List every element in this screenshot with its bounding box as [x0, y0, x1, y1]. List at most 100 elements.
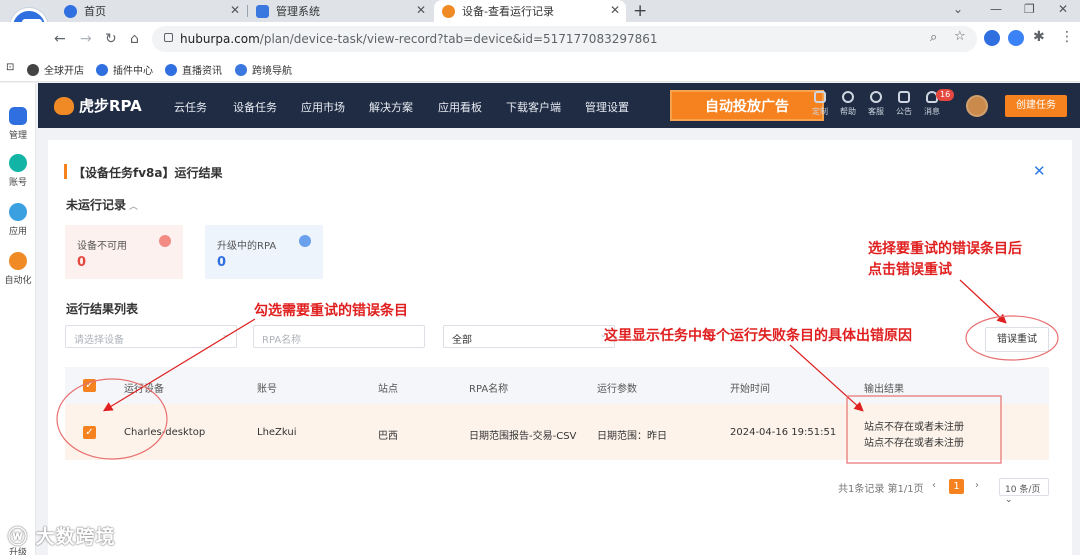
sidebar-item-manage[interactable]: 管理 [0, 107, 36, 141]
menu-solutions[interactable]: 解决方案 [369, 99, 413, 115]
pagination-summary: 共1条记录 第1/1页 [838, 484, 924, 495]
star-icon[interactable]: ☆ [954, 29, 966, 44]
cell-output-line: 站点不存在或者未注册 [864, 422, 964, 433]
bookmark-item[interactable]: 直播资讯 [165, 62, 222, 77]
bookmark-item[interactable]: 跨境导航 [235, 62, 292, 77]
app-logo[interactable]: 虎步RPA [54, 95, 142, 116]
tab-title: 首页 [84, 5, 106, 18]
tiger-icon [9, 252, 27, 270]
home-tab-icon [64, 4, 77, 18]
cell-site: 巴西 [378, 431, 398, 442]
tiger-logo-icon [54, 96, 74, 115]
rpa-name-input[interactable]: RPA名称 [253, 325, 425, 348]
column-header: 运行参数 [597, 384, 637, 395]
select-all-checkbox[interactable]: ✓ [83, 379, 96, 392]
announcement-icon[interactable]: 公告 [894, 91, 914, 117]
prev-page-icon[interactable]: ‹ [932, 480, 936, 491]
device-select[interactable]: 请选择设备 ⌄ [65, 325, 237, 348]
menu-settings[interactable]: 管理设置 [585, 99, 629, 115]
column-header: 账号 [257, 384, 277, 395]
stat-upgrading-rpa: 升级中的RPA 0 [205, 225, 323, 279]
chevron-down-icon: ⌄ [221, 330, 229, 340]
bookmark-item[interactable]: 全球开店 [27, 62, 84, 77]
message-count-badge: 16 [936, 89, 955, 101]
column-header: 输出结果 [864, 384, 904, 395]
close-icon[interactable]: ✕ [230, 3, 240, 17]
reload-icon[interactable]: ↻ [105, 31, 117, 47]
watermark: ⓦ 大数跨境 [8, 526, 116, 548]
more-icon[interactable]: ⋮ [1060, 29, 1074, 45]
sidebar-item-apps[interactable]: 应用 [0, 203, 36, 237]
annotation-retry-line2: 点击错误重试 [868, 262, 952, 278]
column-header: 运行设备 [124, 384, 164, 395]
new-tab-icon[interactable]: + [633, 1, 647, 21]
home-icon[interactable]: ⌂ [130, 31, 139, 47]
status-select[interactable]: 全部 ⌄ [443, 325, 615, 348]
chevron-up-icon: ︿ [129, 202, 139, 212]
plugin-icon [96, 63, 108, 76]
lock-icon [164, 33, 173, 42]
menu-download-client[interactable]: 下载客户端 [506, 99, 561, 115]
column-header: RPA名称 [469, 384, 509, 395]
menu-app-board[interactable]: 应用看板 [438, 99, 482, 115]
apps-icon [9, 203, 27, 221]
help-icon[interactable]: 帮助 [838, 91, 858, 117]
sidebar-item-automation[interactable]: 自动化 [0, 252, 36, 286]
puzzle-icon[interactable]: ✱ [1033, 29, 1045, 45]
cell-rpa-name: 日期范围报告-交易-CSV [469, 431, 577, 442]
cell-params: 日期范围：昨日 [597, 431, 667, 442]
forward-icon[interactable]: → [80, 31, 92, 47]
menu-cloud-task[interactable]: 云任务 [174, 99, 207, 115]
row-checkbox[interactable]: ✓ [83, 426, 96, 439]
upgrade-icon [299, 235, 311, 247]
bookmark-item[interactable]: 插件中心 [96, 62, 153, 77]
account-icon [9, 154, 27, 172]
live-icon [165, 63, 177, 76]
cell-account: LheZkui [257, 427, 297, 438]
app-header: 虎步RPA 云任务 设备任务 应用市场 解决方案 应用看板 下载客户端 管理设置… [38, 83, 1080, 128]
page-size-select[interactable]: 10 条/页 ⌄ [999, 478, 1049, 505]
admin-tab-icon [256, 4, 269, 18]
create-task-button[interactable]: 创建任务 [1005, 95, 1067, 117]
stat-device-unavailable: 设备不可用 0 [65, 225, 183, 279]
next-page-icon[interactable]: › [975, 480, 979, 491]
custom-icon[interactable]: 定制 [810, 91, 830, 117]
window-close-icon[interactable]: ✕ [1058, 2, 1068, 16]
cell-start-time: 2024-04-16 19:51:51 [730, 427, 837, 438]
zoom-icon[interactable]: ⌕ [930, 30, 937, 45]
retry-errors-button[interactable]: 错误重试 [985, 327, 1049, 352]
bookmarks-bar: ⊡ 全球开店 插件中心 直播资讯 跨境导航 [0, 56, 1080, 82]
tab-admin[interactable]: 管理系统 ✕ [248, 0, 432, 22]
menu-app-market[interactable]: 应用市场 [301, 99, 345, 115]
table-header: ✓ 运行设备 账号 站点 RPA名称 运行参数 开始时间 输出结果 [65, 367, 1049, 404]
tab-view-record[interactable]: 设备-查看运行记录 ✕ [434, 0, 626, 22]
sidebar-item-account[interactable]: 账号 [0, 154, 36, 188]
avatar[interactable] [966, 95, 988, 117]
page-number[interactable]: 1 [949, 479, 964, 494]
title-accent [64, 164, 67, 179]
close-icon[interactable]: ✕ [416, 3, 426, 17]
close-icon[interactable]: ✕ [1033, 162, 1046, 180]
not-run-section-toggle[interactable]: 未运行记录 ︿ [66, 196, 138, 213]
service-icon[interactable]: 客服 [866, 91, 886, 117]
extension-icon[interactable] [984, 30, 1000, 46]
tab-title: 设备-查看运行记录 [462, 5, 554, 18]
annotation-error-reason: 这里显示任务中每个运行失败条目的具体出错原因 [604, 328, 912, 344]
sidebar-toggle-icon[interactable]: ⊡ [6, 62, 14, 73]
page-title: 【设备任务fv8a】运行结果 [73, 166, 223, 180]
back-icon[interactable]: ← [54, 31, 66, 47]
url-input[interactable]: huburpa.com/plan/device-task/view-record… [152, 26, 977, 52]
promo-banner[interactable]: 自动投放广告 [670, 90, 824, 121]
table-row[interactable]: ✓ Charles-desktop LheZkui 巴西 日期范围报告-交易-C… [65, 404, 1049, 460]
close-icon[interactable]: ✕ [610, 3, 620, 17]
column-header: 开始时间 [730, 384, 770, 395]
left-sidebar: 管理 账号 应用 自动化 升级 [0, 83, 36, 555]
restore-icon[interactable]: ❐ [1024, 2, 1035, 16]
chevron-down-icon[interactable]: ⌄ [953, 2, 963, 16]
menu-device-task[interactable]: 设备任务 [233, 99, 277, 115]
extension-icon[interactable] [1008, 30, 1024, 46]
cell-output-line: 站点不存在或者未注册 [864, 438, 964, 449]
minimize-icon[interactable]: — [990, 2, 1002, 16]
cell-device: Charles-desktop [124, 427, 206, 438]
tab-home[interactable]: 首页 ✕ [56, 0, 246, 22]
